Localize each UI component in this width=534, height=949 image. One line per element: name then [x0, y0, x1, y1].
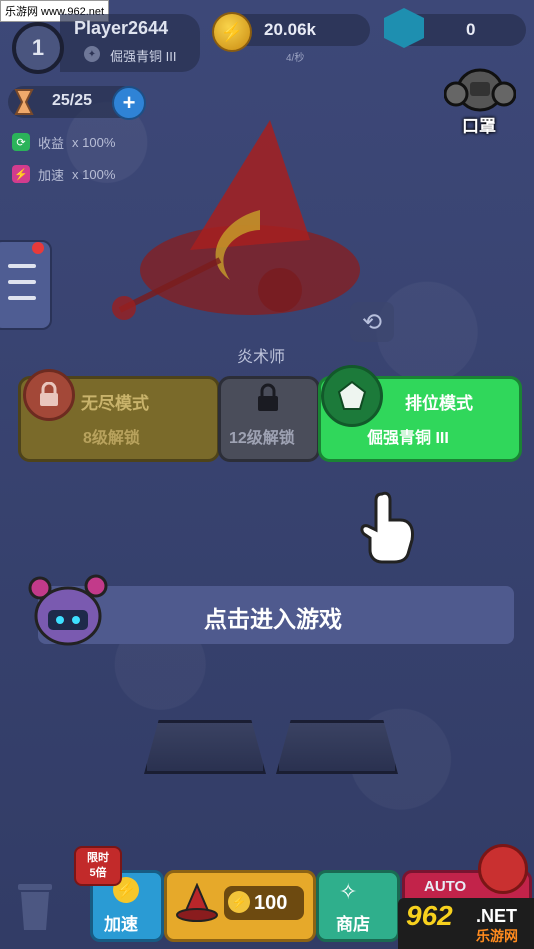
speed-up-label: 加速 — [104, 915, 138, 934]
logo-number: 962 — [406, 900, 453, 931]
hero-character — [100, 110, 380, 350]
coin-icon: ⚡ — [212, 12, 252, 52]
shop-icon: ✧ — [339, 879, 358, 904]
income-boost-icon: ⟳ — [12, 133, 30, 151]
energy-value: 25/25 — [52, 92, 93, 109]
hourglass-icon — [8, 86, 40, 118]
hero-name: 炎术师 — [237, 349, 286, 366]
pointer-hand-icon — [360, 490, 420, 564]
coin-value: 20.06k — [264, 20, 316, 39]
ranked-mode-title: 排位模式 — [405, 394, 473, 413]
side-menu-button[interactable] — [0, 240, 52, 330]
gem-value: 0 — [466, 20, 476, 39]
pet-avatar — [26, 570, 110, 650]
speed-boost-icon: ⚡ — [12, 165, 30, 183]
swap-hero-button[interactable]: ⟲ — [350, 302, 394, 342]
unit-slot[interactable] — [276, 720, 398, 774]
ranked-mode-rank: 倔强青铜 III — [367, 430, 449, 447]
mask-icon[interactable] — [443, 64, 517, 114]
player-rank: 倔强青铜 III — [110, 49, 177, 64]
limited-time-line1: 限时 — [87, 852, 109, 864]
logo-net: .NET — [476, 906, 518, 926]
coin-icon: ⚡ — [228, 891, 250, 913]
endless-mode-title: 无尽模式 — [81, 394, 149, 413]
wizard-hat-icon — [175, 882, 219, 932]
limited-time-badge: 限时 5倍 — [74, 846, 122, 886]
endless-mode-unlock: 8级解锁 — [83, 430, 140, 447]
locked-mode-button[interactable]: 12级解锁 — [218, 376, 320, 462]
site-logo: 962 .NET 乐游网 — [398, 898, 534, 949]
notification-dot — [32, 242, 44, 254]
logo-cn: 乐游网 — [476, 928, 518, 944]
boost-label: 收益 — [38, 135, 65, 151]
auto-label: AUTO — [424, 878, 467, 895]
mask-label: 口罩 — [462, 117, 496, 136]
lock-icon — [255, 383, 281, 418]
unit-slot[interactable] — [144, 720, 266, 774]
limited-time-line2: 5倍 — [89, 867, 107, 879]
summon-cost-value: 100 — [254, 892, 288, 914]
boost-label: 加速 — [38, 167, 65, 183]
shop-label: 商店 — [336, 915, 370, 934]
trash-icon[interactable] — [16, 876, 54, 932]
player-level-badge: 1 — [12, 22, 64, 74]
rank-icon: ✦ — [84, 46, 100, 62]
lock-icon — [23, 369, 75, 421]
coin-rate: 4/秒 — [286, 53, 305, 64]
locked-mode-unlock: 12级解锁 — [229, 430, 295, 447]
endless-mode-button[interactable]: 无尽模式 8级解锁 — [18, 369, 220, 462]
ranked-mode-button[interactable]: 排位模式 倔强青铜 III — [318, 365, 522, 462]
share-icon[interactable] — [478, 844, 528, 894]
player-name: Player2644 — [74, 18, 169, 38]
ranked-icon — [321, 365, 383, 427]
enter-game-label: 点击进入游戏 — [204, 606, 342, 632]
